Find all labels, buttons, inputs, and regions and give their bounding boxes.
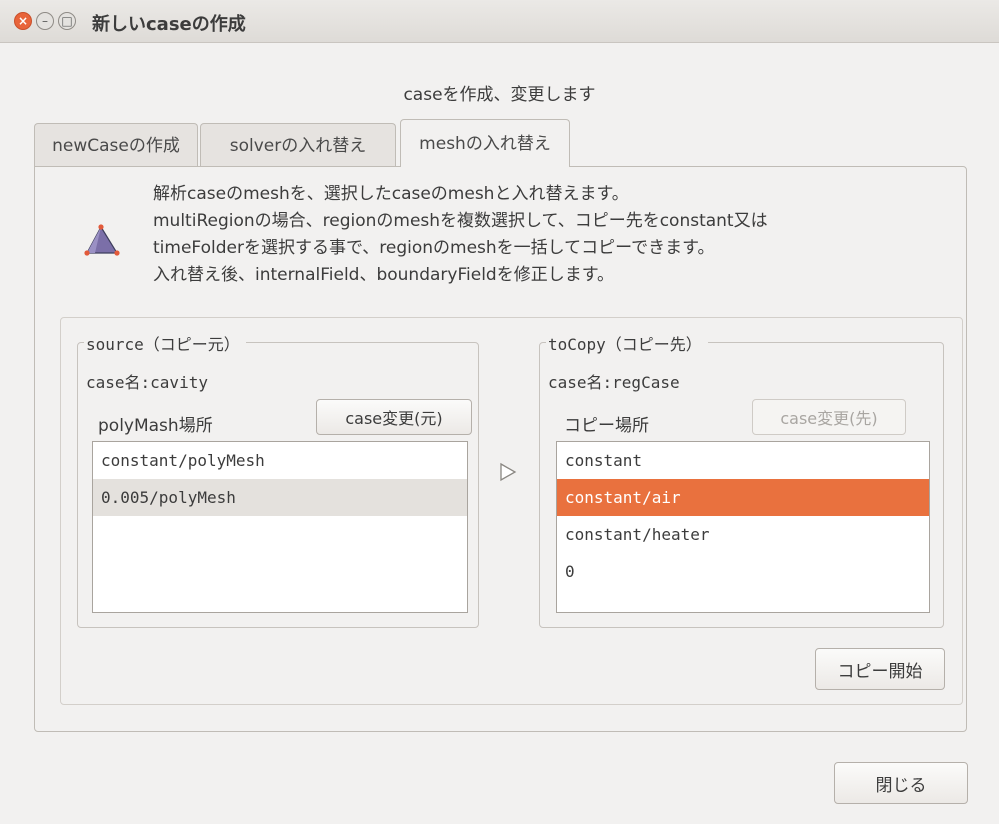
source-case-name: case名:cavity [86, 373, 208, 392]
dialog-subtitle: caseを作成、変更します [403, 85, 596, 105]
source-location-list[interactable]: constant/polyMesh 0.005/polyMesh [92, 441, 468, 613]
source-case-change-button[interactable]: case変更(元) [316, 399, 472, 435]
description-line: timeFolderを選択する事で、regionのmeshを一括してコピーできま… [153, 238, 715, 258]
maximize-icon: □ [61, 14, 73, 28]
list-item[interactable]: constant/polyMesh [93, 442, 467, 479]
target-group: toCopy（コピー先） case名:regCase コピー場所 case変更(… [539, 331, 944, 628]
tab-new-case[interactable]: newCaseの作成 [34, 123, 198, 167]
target-case-name: case名:regCase [548, 373, 680, 392]
minimize-icon: – [42, 14, 48, 28]
source-group: source（コピー元） case名:cavity polyMash場所 cas… [77, 331, 479, 628]
title-bar: × – □ 新しいcaseの作成 [0, 0, 999, 43]
close-window-button[interactable]: × [14, 12, 32, 30]
copy-direction-arrow-icon [500, 462, 517, 482]
description-text: 解析caseのmeshを、選択したcaseのmeshと入れ替えます。 multi… [153, 181, 768, 289]
window-title: 新しいcaseの作成 [92, 14, 246, 35]
target-location-label: コピー場所 [564, 416, 649, 436]
target-case-change-button[interactable]: case変更(先) [752, 399, 906, 435]
copy-start-button[interactable]: コピー開始 [815, 648, 945, 690]
target-location-list[interactable]: constant constant/air constant/heater 0 [556, 441, 930, 613]
list-item[interactable]: constant/heater [557, 516, 929, 553]
list-item[interactable]: constant [557, 442, 929, 479]
mesh-copy-frame: source（コピー元） case名:cavity polyMash場所 cas… [60, 317, 963, 705]
list-item-selected[interactable]: constant/air [557, 479, 929, 516]
source-group-title: source（コピー元） [84, 331, 246, 355]
tab-mesh-replace[interactable]: meshの入れ替え [400, 119, 570, 167]
description-line: 解析caseのmeshを、選択したcaseのmeshと入れ替えます。 [153, 184, 629, 204]
source-location-label: polyMash場所 [98, 416, 213, 436]
mesh-replace-panel: 解析caseのmeshを、選択したcaseのmeshと入れ替えます。 multi… [34, 166, 967, 732]
list-item-selected[interactable]: 0.005/polyMesh [93, 479, 467, 516]
tab-solver-replace[interactable]: solverの入れ替え [200, 123, 396, 167]
close-button[interactable]: 閉じる [834, 762, 968, 804]
maximize-window-button[interactable]: □ [58, 12, 76, 30]
mesh-triangle-icon [84, 224, 120, 256]
minimize-window-button[interactable]: – [36, 12, 54, 30]
description-line: 入れ替え後、internalField、boundaryFieldを修正します。 [153, 265, 615, 285]
list-item[interactable]: 0 [557, 553, 929, 590]
target-group-title: toCopy（コピー先） [546, 331, 708, 355]
close-icon: × [17, 14, 29, 28]
description-line: multiRegionの場合、regionのmeshを複数選択して、コピー先をc… [153, 211, 768, 231]
